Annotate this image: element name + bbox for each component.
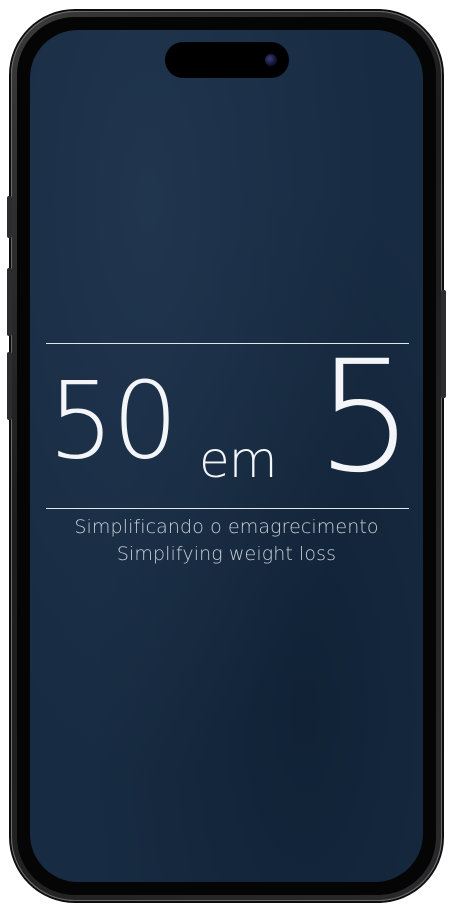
splash-screen: 50 em 5 Simplificando o emagrecimento Si…: [30, 30, 423, 882]
tagline-portuguese: Simplificando o emagrecimento: [74, 516, 379, 538]
volume-up-button: [7, 268, 12, 336]
power-button: [441, 290, 446, 398]
front-camera-icon: [265, 54, 277, 66]
logo-number-5: 5: [316, 328, 414, 507]
logo-word-em: em: [199, 431, 277, 489]
logo-number-50: 50: [48, 358, 178, 484]
tagline-english: Simplifying weight loss: [116, 543, 337, 565]
logo-bottom-rule: [46, 508, 409, 509]
volume-down-button: [7, 352, 12, 420]
dynamic-island: [165, 42, 289, 78]
logo-wordmark: 50 em 5: [46, 341, 414, 509]
action-button: [7, 196, 12, 238]
